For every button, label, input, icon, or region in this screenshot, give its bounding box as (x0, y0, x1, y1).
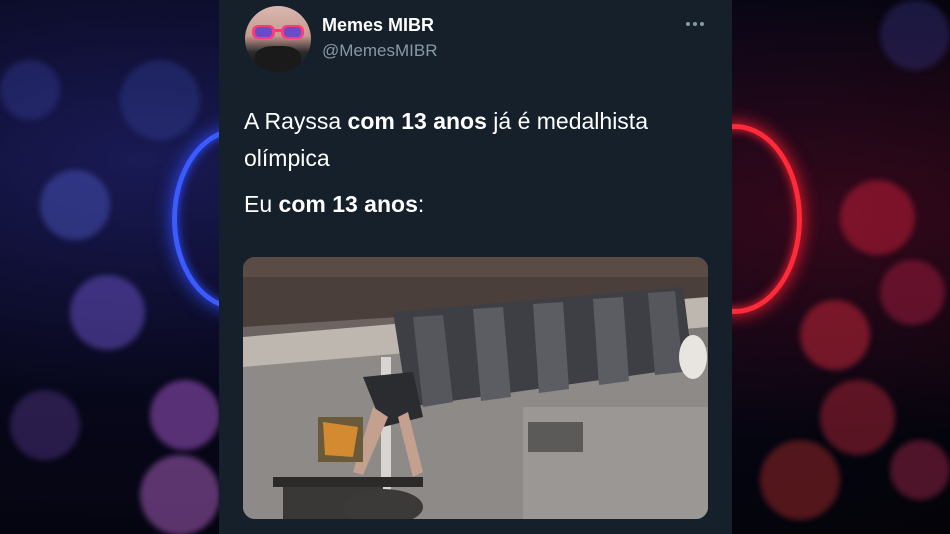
bokeh-light (70, 275, 145, 350)
bokeh-light (0, 60, 60, 120)
bokeh-light (800, 300, 870, 370)
bokeh-light (120, 60, 200, 140)
bokeh-light (140, 455, 220, 534)
tweet-text: A Rayssa com 13 anos já é medalhista olí… (244, 103, 714, 223)
avatar[interactable] (245, 6, 311, 72)
bokeh-light (880, 0, 950, 70)
bokeh-light (760, 440, 840, 520)
tweet-text-span: A Rayssa (244, 108, 348, 134)
bokeh-light (820, 380, 895, 455)
sunglasses-icon (252, 25, 304, 39)
user-handle[interactable]: @MemesMIBR (322, 41, 438, 61)
bokeh-light (890, 440, 950, 500)
face-mask-shape (255, 46, 301, 72)
tweet-paragraph-2: Eu com 13 anos: (244, 186, 714, 223)
tweet-text-bold: com 13 anos (347, 108, 487, 134)
bokeh-light (40, 170, 110, 240)
tweet-card[interactable]: Memes MIBR @MemesMIBR A Rayssa com 13 an… (219, 0, 732, 534)
bokeh-light (880, 260, 945, 325)
tweet-text-bold: com 13 anos (278, 191, 418, 217)
display-name[interactable]: Memes MIBR (322, 15, 434, 36)
bokeh-light (150, 380, 220, 450)
tweet-media-photo[interactable] (243, 257, 708, 519)
bokeh-light (840, 180, 915, 255)
more-horizontal-icon[interactable] (683, 12, 707, 36)
photo-icon (243, 257, 708, 519)
video-frame-background: Memes MIBR @MemesMIBR A Rayssa com 13 an… (0, 0, 950, 534)
bokeh-light (10, 390, 80, 460)
tweet-text-span: : (417, 191, 425, 217)
tweet-paragraph-1: A Rayssa com 13 anos já é medalhista olí… (244, 103, 714, 177)
tweet-text-span: Eu (244, 191, 279, 217)
